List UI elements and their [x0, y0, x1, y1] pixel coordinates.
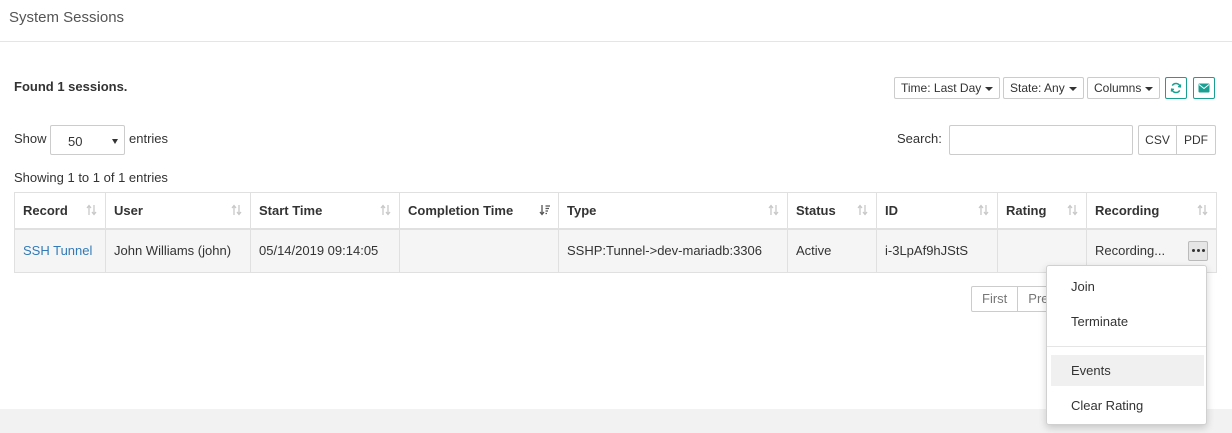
entries-per-page-value: 50	[68, 134, 83, 149]
state-filter-label: State: Any	[1010, 81, 1065, 95]
envelope-icon	[1198, 83, 1210, 93]
refresh-icon	[1170, 82, 1182, 94]
cell-id: i-3LpAf9hJStS	[876, 228, 998, 273]
table-row: SSH Tunnel John Williams (john) 05/14/20…	[14, 228, 1217, 273]
menu-item-clear-rating[interactable]: Clear Rating	[1051, 390, 1204, 421]
search-input[interactable]	[949, 125, 1133, 155]
sort-descending-icon	[539, 204, 551, 219]
caret-down-icon	[1145, 86, 1154, 91]
sessions-found-count: Found 1 sessions.	[14, 79, 128, 94]
cell-record: SSH Tunnel	[14, 228, 106, 273]
time-filter-label: Time: Last Day	[901, 81, 982, 95]
caret-down-icon	[985, 86, 994, 91]
table-info: Showing 1 to 1 of 1 entries	[14, 170, 168, 185]
ellipsis-dot	[1201, 249, 1205, 252]
entries-per-page-select[interactable]: 50	[50, 125, 125, 155]
sessions-table: Record User Start Time Completion Time T…	[14, 192, 1217, 273]
column-header-label: ID	[885, 202, 898, 218]
sort-icon	[86, 204, 98, 219]
column-header-id[interactable]: ID	[876, 192, 998, 230]
column-header-rating[interactable]: Rating	[997, 192, 1087, 230]
sort-icon	[978, 204, 990, 219]
menu-item-terminate[interactable]: Terminate	[1051, 306, 1204, 337]
column-header-label: Completion Time	[408, 202, 514, 218]
pdf-export-button[interactable]: PDF	[1176, 125, 1216, 155]
table-header-row: Record User Start Time Completion Time T…	[14, 192, 1217, 230]
column-header-label: Record	[23, 202, 68, 218]
menu-divider	[1047, 346, 1206, 347]
sort-icon	[857, 204, 869, 219]
recording-status: Recording...	[1095, 243, 1166, 259]
column-header-label: Start Time	[259, 202, 323, 218]
menu-item-join[interactable]: Join	[1051, 271, 1204, 302]
column-header-completion-time[interactable]: Completion Time	[399, 192, 559, 230]
caret-down-icon	[112, 139, 118, 144]
columns-label: Columns	[1094, 81, 1142, 95]
column-header-label: Rating	[1006, 202, 1047, 218]
email-button[interactable]	[1193, 77, 1215, 99]
sort-icon	[1197, 204, 1209, 219]
time-filter-dropdown[interactable]: Time: Last Day	[894, 77, 1001, 99]
sort-icon	[1067, 204, 1079, 219]
refresh-button[interactable]	[1165, 77, 1187, 99]
column-header-user[interactable]: User	[105, 192, 251, 230]
column-header-status[interactable]: Status	[787, 192, 877, 230]
column-header-label: Type	[567, 202, 597, 218]
sort-icon	[380, 204, 392, 219]
column-header-label: User	[114, 202, 143, 218]
entries-label: entries	[129, 131, 169, 146]
ellipsis-dot	[1196, 249, 1200, 252]
menu-item-events[interactable]: Events	[1051, 355, 1204, 386]
columns-dropdown[interactable]: Columns	[1087, 77, 1161, 99]
cell-completion-time	[399, 228, 559, 273]
column-header-label: Status	[796, 202, 836, 218]
search-label: Search:	[897, 131, 942, 146]
cell-user: John Williams (john)	[105, 228, 251, 273]
column-header-recording[interactable]: Recording	[1086, 192, 1217, 230]
cell-status: Active	[787, 228, 877, 273]
page-header: System Sessions	[0, 0, 1232, 42]
ellipsis-icon	[1191, 249, 1195, 252]
column-header-label: Recording	[1095, 202, 1160, 218]
column-header-start-time[interactable]: Start Time	[250, 192, 400, 230]
pagination-first[interactable]: First	[971, 286, 1019, 312]
column-header-type[interactable]: Type	[558, 192, 788, 230]
column-header-record[interactable]: Record	[14, 192, 106, 230]
cell-type: SSHP:Tunnel->dev-mariadb:3306	[558, 228, 788, 273]
sort-icon	[231, 204, 243, 219]
caret-down-icon	[1068, 86, 1077, 91]
show-label: Show	[14, 131, 47, 146]
row-actions-menu: Join Terminate Events Clear Rating	[1046, 265, 1207, 425]
sort-icon	[768, 204, 780, 219]
record-link[interactable]: SSH Tunnel	[23, 243, 92, 258]
state-filter-dropdown[interactable]: State: Any	[1003, 77, 1084, 99]
cell-start-time: 05/14/2019 09:14:05	[250, 228, 400, 273]
csv-export-button[interactable]: CSV	[1138, 125, 1177, 155]
page-title: System Sessions	[9, 9, 125, 26]
row-actions-button[interactable]	[1188, 240, 1208, 261]
